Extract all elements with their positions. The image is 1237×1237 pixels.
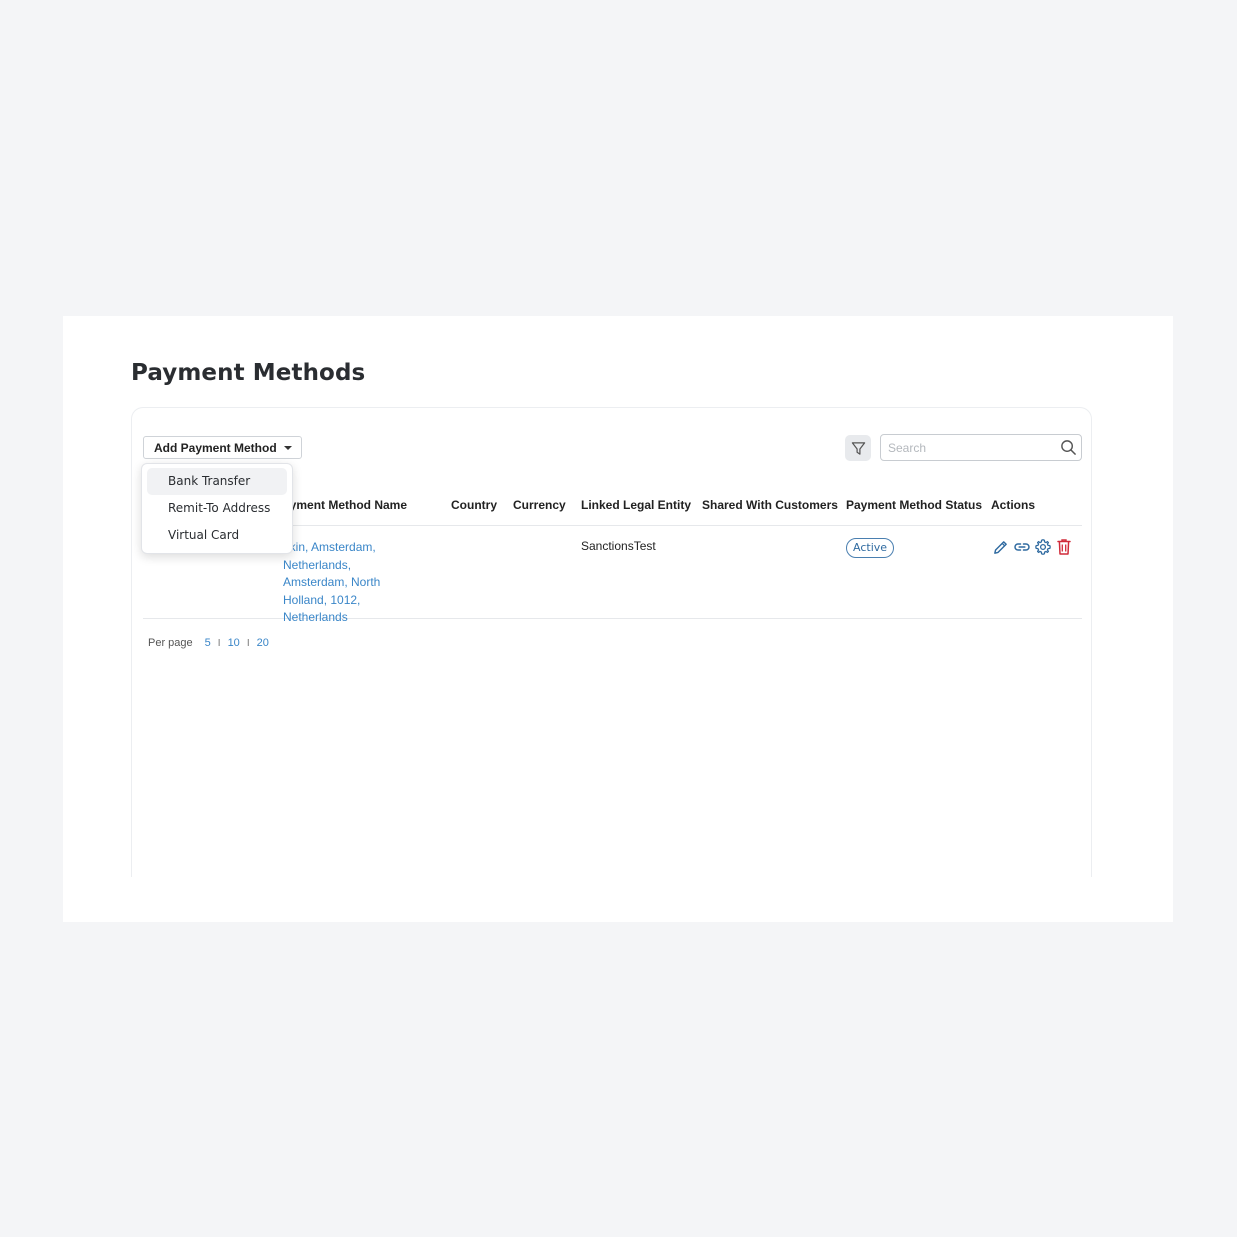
settings-button[interactable] [1033,537,1052,557]
row-actions [991,537,1073,557]
column-header-actions: Actions [991,498,1036,512]
delete-icon [1056,539,1071,555]
column-header-payment-method-name[interactable]: ayment Method Name [283,498,407,512]
pagination-separator: I [217,637,221,649]
menu-item-bank-transfer[interactable]: Bank Transfer [147,468,287,495]
search-input[interactable] [881,435,1056,460]
edit-icon [994,540,1007,554]
add-payment-method-label: Add Payment Method [154,440,277,455]
filter-icon [851,441,865,455]
edit-button[interactable] [991,537,1010,557]
column-header-linked-legal-entity[interactable]: Linked Legal Entity [581,498,691,512]
chevron-down-icon [283,445,292,450]
search-icon[interactable] [1060,439,1077,456]
per-page-option-10[interactable]: 10 [228,637,240,649]
add-payment-method-button[interactable]: Add Payment Method [143,436,302,459]
per-page-label: Per page [148,637,193,649]
link-icon [1013,543,1030,551]
status-badge: Active [846,538,895,558]
column-header-country[interactable]: Country [451,498,497,512]
menu-item-remit-to-address[interactable]: Remit-To Address [147,495,287,522]
menu-item-virtual-card[interactable]: Virtual Card [147,522,287,549]
per-page-option-5[interactable]: 5 [205,637,211,649]
pagination: Per page 5 I 10 I 20 [148,637,269,649]
payment-method-name-link[interactable]: okin, Amsterdam, Netherlands, Amsterdam,… [283,539,418,627]
settings-icon [1034,539,1051,555]
per-page-option-20[interactable]: 20 [257,637,269,649]
search-box [880,434,1082,461]
link-button[interactable] [1012,537,1031,557]
column-header-shared-with-customers[interactable]: Shared With Customers [702,498,838,512]
filter-button[interactable] [845,435,871,461]
page-panel: Payment Methods Add Payment Method aymen… [63,316,1173,922]
add-payment-method-menu: Bank Transfer Remit-To Address Virtual C… [141,463,293,554]
column-header-payment-method-status[interactable]: Payment Method Status [846,498,982,512]
linked-legal-entity-cell: SanctionsTest [581,539,656,553]
page-title: Payment Methods [131,360,366,386]
column-header-currency[interactable]: Currency [513,498,566,512]
delete-button[interactable] [1054,537,1073,557]
pagination-separator: I [246,637,250,649]
